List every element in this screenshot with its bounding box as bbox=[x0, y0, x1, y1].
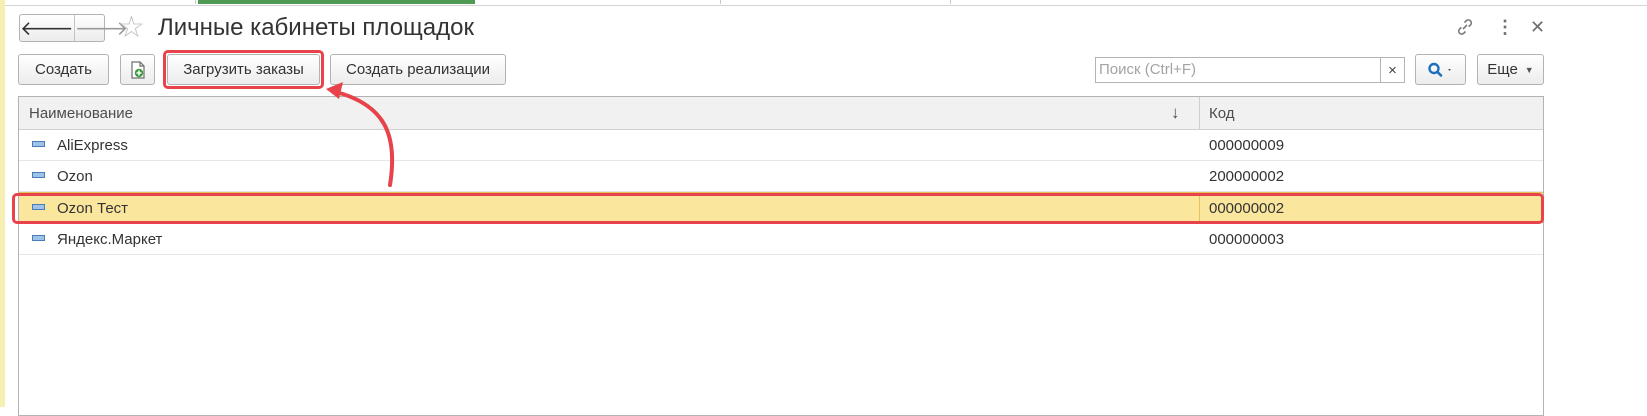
annotation-arrow bbox=[326, 82, 395, 187]
